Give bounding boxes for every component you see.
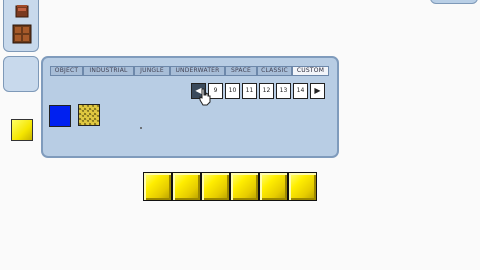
- tab-industrial[interactable]: INDUSTRIAL: [83, 66, 134, 76]
- yellow-block[interactable]: [143, 172, 172, 201]
- left-toolbar: [3, 0, 39, 141]
- page-button-13[interactable]: 13: [276, 83, 291, 99]
- page-button-12[interactable]: 12: [259, 83, 274, 99]
- yellow-block[interactable]: [172, 172, 201, 201]
- tab-object[interactable]: OBJECT: [50, 66, 83, 76]
- tab-space[interactable]: SPACE: [225, 66, 257, 76]
- gold-pattern-block-swatch[interactable]: [78, 104, 100, 126]
- selected-yellow-block-icon[interactable]: [11, 119, 33, 141]
- book-icon[interactable]: [14, 3, 30, 19]
- block-palette-panel: OBJECT INDUSTRIAL JUNGLE UNDERWATER SPAC…: [41, 56, 339, 158]
- tab-underwater[interactable]: UNDERWATER: [170, 66, 225, 76]
- toolbar-selected-group: [3, 56, 39, 141]
- toolbar-top-group: [3, 0, 39, 52]
- yellow-block[interactable]: [288, 172, 317, 201]
- blue-block-swatch[interactable]: [49, 105, 71, 127]
- tab-jungle[interactable]: JUNGLE: [134, 66, 170, 76]
- placed-blocks-row: [143, 172, 317, 201]
- next-page-button[interactable]: ▶: [310, 83, 325, 99]
- category-tabs: OBJECT INDUSTRIAL JUNGLE UNDERWATER SPAC…: [50, 66, 329, 76]
- mouse-pointer-icon: [199, 88, 211, 106]
- top-corner-tab[interactable]: [430, 0, 478, 4]
- page-button-10[interactable]: 10: [225, 83, 240, 99]
- yellow-block[interactable]: [230, 172, 259, 201]
- door-icon[interactable]: [12, 24, 32, 44]
- tab-classic[interactable]: CLASSIC: [257, 66, 292, 76]
- yellow-block[interactable]: [201, 172, 230, 201]
- tab-custom[interactable]: CUSTOM: [292, 66, 329, 76]
- page-button-11[interactable]: 11: [242, 83, 257, 99]
- yellow-block[interactable]: [259, 172, 288, 201]
- page-button-14[interactable]: 14: [293, 83, 308, 99]
- dot-marker: [140, 127, 142, 129]
